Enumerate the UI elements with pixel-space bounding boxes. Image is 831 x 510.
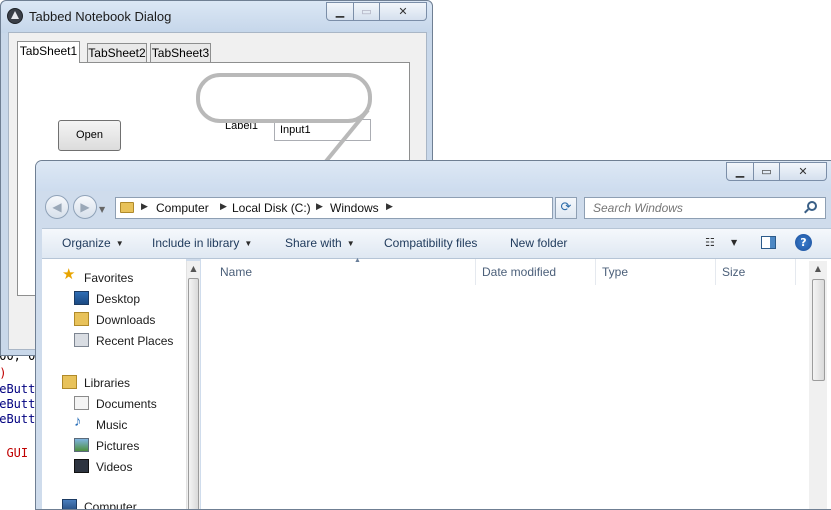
breadcrumb-local-disk[interactable]: Local Disk (C:)	[232, 201, 311, 215]
help-icon[interactable]: ?	[795, 234, 812, 251]
breadcrumb-chevron-icon[interactable]: ▶	[386, 202, 393, 212]
close-button[interactable]: ✕	[779, 162, 827, 181]
column-header-date-modified[interactable]: Date modified	[476, 259, 596, 285]
recent-places-icon	[74, 333, 89, 347]
command-bar: Organize ▼ Include in library ▼ Share with…	[42, 228, 831, 259]
explorer-titlebar[interactable]: ▁ ▭ ✕	[36, 161, 831, 191]
views-icon[interactable]: ☷	[705, 237, 719, 249]
downloads-folder-icon	[74, 312, 89, 326]
breadcrumb-chevron-icon[interactable]: ▶	[316, 202, 323, 212]
nav-music-label: Music	[96, 418, 128, 432]
file-list-pane[interactable]: ▲ Name Date modified Type Size ▲	[201, 257, 831, 509]
organize-menu[interactable]: Organize ▼	[62, 236, 124, 250]
scroll-up-arrow-icon[interactable]: ▲	[809, 261, 827, 277]
address-bar[interactable]: ▶ Computer ▶ Local Disk (C:) ▶ Windows ▶…	[115, 197, 627, 219]
music-icon: ♪	[74, 413, 82, 430]
column-header-size[interactable]: Size	[716, 259, 796, 285]
back-arrow-icon: ◀	[52, 200, 62, 214]
desktop-icon	[74, 291, 89, 305]
organize-label: Organize	[62, 236, 111, 250]
maximize-icon: ▭	[761, 165, 772, 178]
compatibility-files-button[interactable]: Compatibility files	[384, 236, 477, 250]
share-with-label: Share with	[285, 236, 342, 250]
minimize-button[interactable]: ▁	[726, 162, 754, 181]
nav-desktop-label: Desktop	[96, 292, 141, 306]
pictures-icon	[74, 438, 89, 452]
breadcrumb-chevron-icon[interactable]: ▶	[220, 202, 227, 212]
scroll-up-arrow-icon[interactable]: ▲	[187, 261, 200, 277]
refresh-icon: ⟳	[560, 200, 572, 215]
close-icon: ✕	[798, 165, 808, 178]
breadcrumb-computer[interactable]: Computer	[156, 201, 209, 215]
back-button[interactable]: ◀	[45, 195, 69, 219]
column-name-label: Name	[220, 265, 253, 279]
callout-ellipse	[196, 73, 372, 123]
include-in-library-label: Include in library	[152, 236, 240, 250]
refresh-button[interactable]: ⟳	[555, 197, 577, 219]
column-header-name[interactable]: ▲ Name	[214, 257, 476, 285]
column-header-type[interactable]: Type	[596, 259, 716, 285]
recent-pages-dropdown[interactable]: ▼	[99, 205, 109, 214]
tab-sheet-1[interactable]: TabSheet1	[17, 41, 80, 63]
search-input[interactable]	[584, 197, 826, 219]
navigation-scrollbar[interactable]: ▲	[186, 261, 200, 509]
search-icon[interactable]	[807, 201, 817, 211]
include-in-library-menu[interactable]: Include in library ▼	[152, 236, 252, 250]
breadcrumb-chevron-icon[interactable]: ▶	[141, 202, 148, 212]
scrollbar-thumb[interactable]	[188, 278, 199, 509]
documents-icon	[74, 396, 89, 410]
scrollbar-thumb[interactable]	[812, 279, 825, 381]
nav-documents-label: Documents	[96, 397, 157, 411]
breadcrumb-windows[interactable]: Windows	[330, 201, 379, 215]
libraries-icon	[62, 375, 77, 389]
minimize-icon: ▁	[735, 165, 745, 178]
videos-icon	[74, 459, 89, 473]
new-folder-button[interactable]: New folder	[510, 236, 567, 250]
navigation-pane: ★ Favorites Desktop Downloads Recent Pla…	[42, 259, 186, 510]
nav-recent-places-label: Recent Places	[96, 334, 174, 348]
file-list-scrollbar[interactable]: ▲	[809, 261, 827, 509]
share-with-menu[interactable]: Share with ▼	[285, 236, 355, 250]
preview-pane-icon[interactable]	[761, 236, 776, 249]
nav-computer-label: Computer	[84, 500, 137, 510]
explorer-window: ▁ ▭ ✕ ◀ ▶ ▼ ▶ Computer ▶ Local Disk (C:)…	[35, 160, 831, 510]
folder-icon	[120, 202, 134, 213]
chevron-down-icon: ▼	[244, 239, 253, 248]
forward-button[interactable]: ▶	[73, 195, 97, 219]
nav-videos-label: Videos	[96, 460, 133, 474]
star-icon: ★	[62, 266, 76, 283]
chevron-down-icon: ▼	[115, 239, 124, 248]
chevron-down-icon: ▼	[346, 239, 355, 248]
nav-downloads-label: Downloads	[96, 313, 156, 327]
nav-libraries-label: Libraries	[84, 376, 131, 390]
computer-icon	[62, 499, 77, 509]
forward-arrow-icon: ▶	[80, 200, 90, 214]
maximize-button[interactable]: ▭	[753, 162, 780, 181]
sort-ascending-icon: ▲	[354, 257, 361, 264]
nav-pictures-label: Pictures	[96, 439, 140, 453]
nav-favorites-label: Favorites	[84, 271, 134, 285]
views-dropdown[interactable]: ▼	[731, 238, 737, 247]
